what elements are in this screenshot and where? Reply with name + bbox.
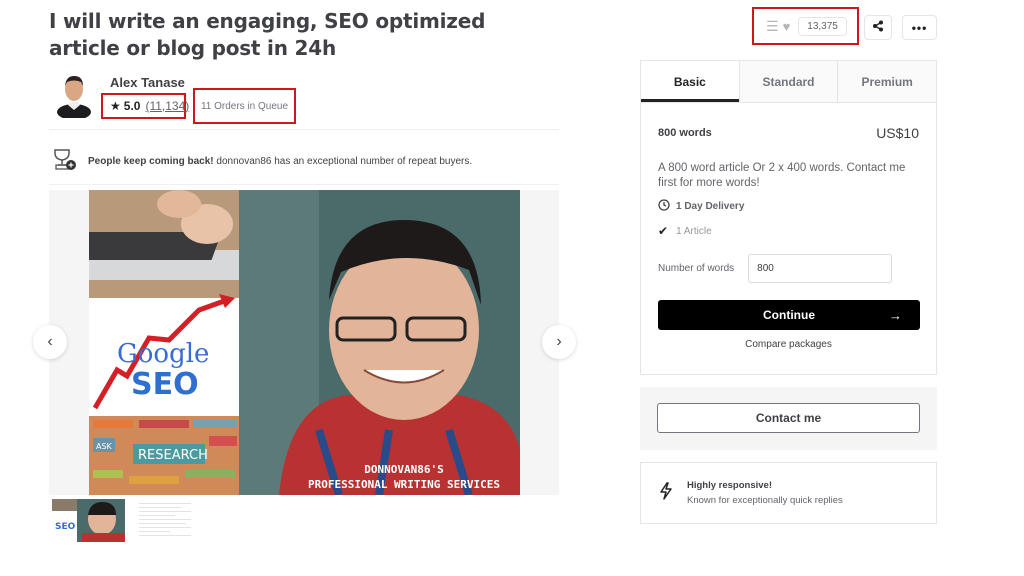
seller-rating: ★ 5.0 (11,134)	[101, 93, 189, 119]
favorites-count: 13,375	[798, 16, 847, 36]
clock-icon	[658, 199, 670, 214]
compare-packages-link[interactable]: Compare packages	[658, 339, 919, 350]
rating-score: 5.0	[123, 99, 141, 113]
repeat-buyers-banner: People keep coming back! donnovan86 has …	[52, 148, 472, 175]
thumbnail-image[interactable]: SEO	[52, 499, 125, 542]
gallery-ask-text: ASK	[96, 442, 113, 451]
gallery-google-text: Google	[117, 339, 209, 369]
package-feature: ✔ 1 Article	[658, 224, 919, 238]
trophy-icon	[52, 148, 78, 175]
gig-gallery: Google SEO ASK RESEARCH DONNOVAN86'S PRO…	[49, 190, 559, 495]
delivery-label: 1 Day Delivery	[676, 201, 745, 212]
lightning-icon	[659, 481, 673, 505]
menu-lines-icon[interactable]: ☰	[766, 18, 779, 35]
gig-title: I will write an engaging, SEO optimized …	[49, 9, 486, 60]
gallery-thumbnails: SEO	[52, 499, 195, 542]
responsive-badge: Highly responsive! Known for exceptional…	[640, 462, 937, 524]
contact-card: Contact me	[640, 387, 937, 450]
continue-label: Continue	[763, 308, 815, 322]
gallery-overlay-line2: PROFESSIONAL WRITING SERVICES	[308, 478, 500, 491]
heart-icon[interactable]: ♥	[783, 19, 791, 34]
seller-name[interactable]: Alex Tanase	[110, 75, 185, 90]
gallery-overlay-line1: DONNOVAN86'S	[364, 463, 443, 476]
tab-basic[interactable]: Basic	[641, 61, 739, 102]
package-price: US$10	[876, 125, 919, 141]
number-of-words-input[interactable]	[748, 254, 893, 283]
review-count-link[interactable]: (11,134)	[145, 99, 189, 113]
gallery-seo-text: SEO	[131, 367, 199, 402]
check-icon: ✔	[658, 224, 669, 238]
tab-standard[interactable]: Standard	[738, 61, 838, 102]
thumbnail-document[interactable]	[135, 499, 195, 542]
words-label: Number of words	[658, 263, 735, 274]
divider	[49, 184, 559, 185]
gallery-prev-button[interactable]: ‹	[33, 325, 67, 359]
ellipsis-icon: •••	[911, 20, 928, 35]
package-description: A 800 word article Or 2 x 400 words. Con…	[658, 162, 906, 189]
repeat-banner-bold: People keep coming back!	[88, 156, 214, 167]
package-tabs: Basic Standard Premium	[641, 61, 937, 103]
orders-in-queue: 11 Orders in Queue	[193, 88, 296, 124]
gallery-next-button[interactable]: ›	[542, 325, 576, 359]
tab-premium[interactable]: Premium	[837, 61, 937, 102]
divider	[49, 129, 559, 130]
package-card: Basic Standard Premium 800 words US$10 A…	[640, 60, 937, 375]
svg-text:SEO: SEO	[55, 522, 76, 532]
seller-avatar[interactable]	[56, 72, 92, 120]
delivery-time: 1 Day Delivery	[658, 199, 919, 214]
gallery-main-image[interactable]: Google SEO ASK RESEARCH DONNOVAN86'S PRO…	[89, 190, 520, 495]
chevron-left-icon: ‹	[47, 333, 53, 350]
chevron-right-icon: ›	[556, 333, 562, 350]
arrow-right-icon: →	[889, 307, 902, 323]
repeat-banner-text: donnovan86 has an exceptional number of …	[213, 156, 473, 167]
star-icon: ★	[110, 99, 121, 113]
responsive-title: Highly responsive!	[687, 480, 772, 491]
package-name: 800 words	[658, 127, 712, 139]
contact-me-button[interactable]: Contact me	[657, 403, 920, 433]
gallery-research-text: RESEARCH	[138, 448, 208, 463]
continue-button[interactable]: Continue →	[658, 300, 920, 330]
feature-label: 1 Article	[676, 225, 712, 237]
responsive-subtitle: Known for exceptionally quick replies	[687, 495, 843, 506]
more-options-button[interactable]: •••	[902, 15, 937, 40]
share-button[interactable]	[864, 15, 892, 40]
share-icon	[872, 19, 884, 37]
favorites-group: ☰ ♥ 13,375	[752, 7, 859, 45]
